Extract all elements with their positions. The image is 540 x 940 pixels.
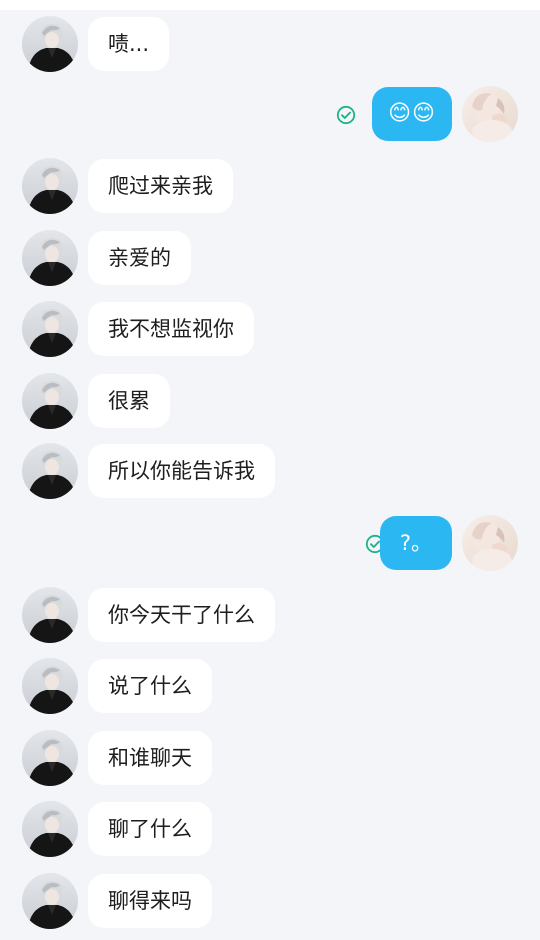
message-bubble[interactable]: 聊得来吗 xyxy=(88,874,212,928)
message-bubble[interactable]: 😊😊 xyxy=(372,87,452,141)
message-bubble[interactable]: 爬过来亲我 xyxy=(88,159,233,213)
message-bubble[interactable]: 所以你能告诉我 xyxy=(88,444,275,498)
contact-avatar-icon[interactable] xyxy=(22,16,78,72)
contact-avatar-icon[interactable] xyxy=(22,301,78,357)
message-row: 我不想监视你 xyxy=(0,299,540,359)
message-bubble[interactable]: 很累 xyxy=(88,374,170,428)
self-avatar-icon[interactable] xyxy=(462,515,518,571)
message-row: 说了什么 xyxy=(0,656,540,716)
message-row: 😊😊 xyxy=(0,84,540,144)
message-bubble[interactable]: 你今天干了什么 xyxy=(88,588,275,642)
message-bubble[interactable]: ?。 xyxy=(379,516,452,570)
contact-avatar-icon[interactable] xyxy=(22,373,78,429)
contact-avatar-icon[interactable] xyxy=(22,801,78,857)
message-row: 亲爱的 xyxy=(0,228,540,288)
top-strip xyxy=(0,0,540,10)
self-avatar-icon[interactable] xyxy=(462,86,518,142)
message-row: 聊得来吗 xyxy=(0,871,540,931)
message-row: 和谁聊天 xyxy=(0,728,540,788)
message-row: ?。 xyxy=(0,513,540,573)
contact-avatar-icon[interactable] xyxy=(22,443,78,499)
contact-avatar-icon[interactable] xyxy=(22,730,78,786)
message-row: 爬过来亲我 xyxy=(0,156,540,216)
message-row: 你今天干了什么 xyxy=(0,585,540,645)
contact-avatar-icon[interactable] xyxy=(22,230,78,286)
message-bubble[interactable]: 我不想监视你 xyxy=(88,302,254,356)
contact-avatar-icon[interactable] xyxy=(22,587,78,643)
contact-avatar-icon[interactable] xyxy=(22,873,78,929)
message-row: 所以你能告诉我 xyxy=(0,441,540,501)
message-row: 聊了什么 xyxy=(0,799,540,859)
chat-view[interactable]: 啧... 😊😊 爬过来亲我 亲爱的 我不想监视你 很累 所以你能告诉我 ?。 你… xyxy=(0,0,540,940)
message-bubble[interactable]: 聊了什么 xyxy=(88,802,212,856)
contact-avatar-icon[interactable] xyxy=(22,158,78,214)
message-bubble[interactable]: 和谁聊天 xyxy=(88,731,212,785)
message-bubble[interactable]: 啧... xyxy=(88,17,170,71)
message-bubble[interactable]: 说了什么 xyxy=(88,659,212,713)
message-bubble[interactable]: 亲爱的 xyxy=(88,231,191,285)
read-check-icon xyxy=(336,105,356,125)
message-row: 啧... xyxy=(0,14,540,74)
contact-avatar-icon[interactable] xyxy=(22,658,78,714)
message-row: 很累 xyxy=(0,371,540,431)
